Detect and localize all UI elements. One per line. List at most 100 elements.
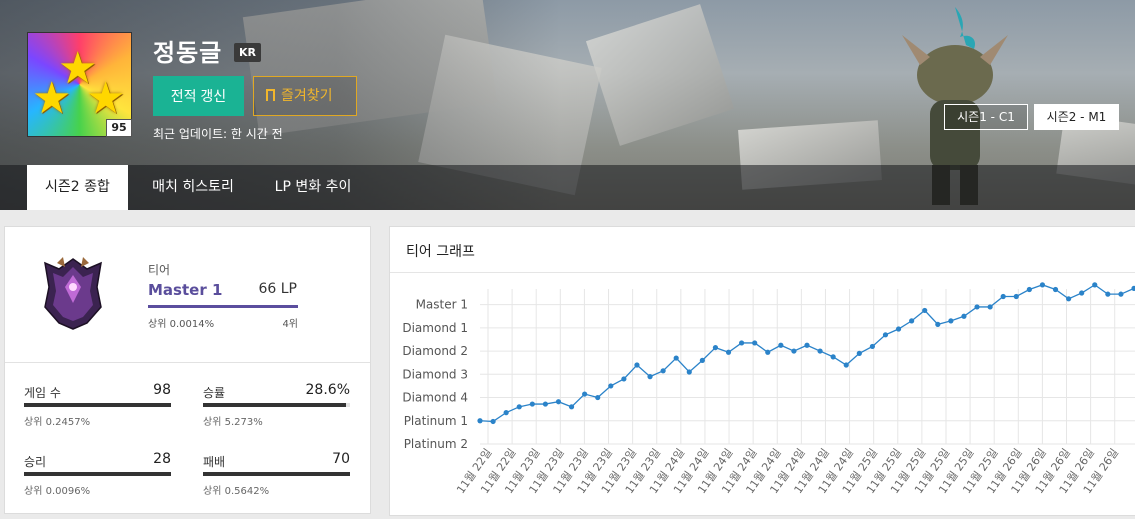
data-point	[477, 418, 483, 424]
stat-sub: 상위 0.2457%	[24, 417, 91, 428]
data-point	[961, 313, 967, 319]
master-tier-emblem-icon	[44, 257, 102, 330]
tab-match-history[interactable]: 매치 히스토리	[140, 165, 246, 210]
data-point	[935, 321, 941, 327]
data-point	[1105, 291, 1111, 297]
star-icon: ★	[86, 73, 126, 124]
data-point	[1052, 286, 1059, 293]
stat-sub: 상위 0.0096%	[24, 486, 91, 497]
data-point	[621, 376, 627, 382]
data-point	[725, 349, 732, 355]
data-point	[765, 349, 771, 355]
data-point	[843, 362, 849, 368]
favorite-button[interactable]: 즐겨찾기	[253, 76, 357, 116]
tab-season2-overview[interactable]: 시즌2 종합	[27, 165, 128, 210]
panel-divider	[5, 362, 370, 363]
stat-bar-fill	[24, 403, 171, 407]
data-point	[974, 304, 980, 310]
data-point	[712, 344, 719, 351]
tier-caption: 티어	[148, 263, 171, 277]
tier-top-percent: 상위 0.0014%	[148, 319, 215, 330]
data-point	[1066, 296, 1072, 302]
stat-sub: 상위 5.273%	[203, 417, 263, 428]
data-point	[817, 348, 823, 354]
data-point	[1039, 282, 1046, 288]
data-point	[555, 399, 562, 405]
tab-lp-trend[interactable]: LP 변화 추이	[262, 165, 364, 210]
tier-rank: 4위	[282, 319, 298, 330]
stat-label: 패배	[203, 455, 226, 469]
y-tick-label: Master 1	[416, 298, 468, 312]
data-point	[882, 332, 889, 338]
data-point	[516, 404, 522, 410]
stat-value: 28	[153, 451, 171, 467]
summoner-name: 정동글	[153, 39, 223, 67]
stat-label: 승리	[24, 455, 47, 469]
profile-banner: ★ ★ ★ 95 정동글 KR 전적 갱신 즐겨찾기 최근 업데이트: 한 시간…	[0, 0, 1135, 210]
profile-tabbar: 시즌2 종합 매치 히스토리 LP 변화 추이	[0, 165, 1135, 210]
refresh-button[interactable]: 전적 갱신	[153, 76, 244, 116]
summoner-level-badge: 95	[106, 119, 132, 137]
data-point	[791, 348, 797, 354]
tier-graph-panel: 티어 그래프 Master 1 Diamond 1 Diamond 2 Diamond…	[389, 226, 1135, 516]
data-point	[830, 354, 836, 360]
stat-bar	[203, 472, 350, 476]
stat-bar-fill	[203, 472, 350, 476]
background-rock	[585, 4, 735, 146]
data-point	[686, 369, 692, 375]
stat-value: 98	[153, 382, 171, 398]
data-point	[1092, 282, 1098, 288]
data-point	[490, 418, 496, 425]
tier-progress-bar	[148, 305, 298, 308]
tier-line-chart: Master 1 Diamond 1 Diamond 2 Diamond 3 Diamo…	[402, 282, 1135, 496]
tier-name: Master 1	[148, 281, 223, 299]
stat-sub: 상위 0.5642%	[203, 486, 270, 497]
stat-bar	[203, 403, 350, 407]
stat-label: 승률	[203, 386, 226, 400]
data-point	[1131, 285, 1135, 291]
y-tick-label: Diamond 3	[402, 367, 468, 381]
favorite-label: 즐겨찾기	[281, 88, 333, 104]
data-point	[529, 401, 535, 407]
data-point	[1079, 290, 1085, 296]
data-point	[647, 374, 653, 380]
bookmark-icon	[266, 89, 275, 101]
data-point	[634, 362, 640, 368]
region-badge: KR	[234, 43, 261, 62]
data-point	[660, 368, 666, 374]
data-point	[542, 401, 548, 407]
data-point	[804, 342, 810, 348]
tier-lp: 66 LP	[258, 281, 297, 297]
y-tick-label: Diamond 1	[402, 321, 468, 335]
data-point	[699, 357, 705, 363]
season-2-button[interactable]: 시즌2 - M1	[1034, 104, 1119, 130]
data-point	[922, 307, 928, 314]
tier-progress-fill	[148, 305, 298, 308]
last-update-text: 최근 업데이트: 한 시간 전	[153, 127, 283, 141]
data-point	[1013, 293, 1019, 300]
stat-label: 게임 수	[24, 386, 61, 400]
data-point	[895, 326, 902, 332]
y-tick-label: Diamond 4	[402, 391, 468, 405]
stat-bar	[24, 403, 171, 407]
stat-bar-fill	[203, 403, 346, 407]
y-tick-label: Platinum 2	[404, 437, 468, 451]
data-point	[948, 318, 954, 324]
data-point	[778, 342, 784, 348]
data-point	[739, 340, 745, 346]
data-point	[869, 343, 875, 350]
data-point	[1000, 293, 1006, 300]
data-point	[1118, 291, 1124, 297]
data-point	[595, 394, 601, 401]
tier-summary-panel: 티어 Master 1 66 LP 상위 0.0014% 4위 게임 수 98 …	[4, 226, 371, 514]
stat-bar-fill	[24, 472, 171, 476]
data-point	[909, 318, 915, 324]
series-line	[479, 284, 1135, 423]
data-point	[582, 391, 588, 397]
data-point	[673, 355, 679, 361]
stat-value: 70	[332, 451, 350, 467]
data-point	[503, 410, 509, 416]
data-point	[987, 304, 993, 310]
season-1-button[interactable]: 시즌1 - C1	[944, 104, 1028, 130]
data-point	[568, 404, 575, 410]
